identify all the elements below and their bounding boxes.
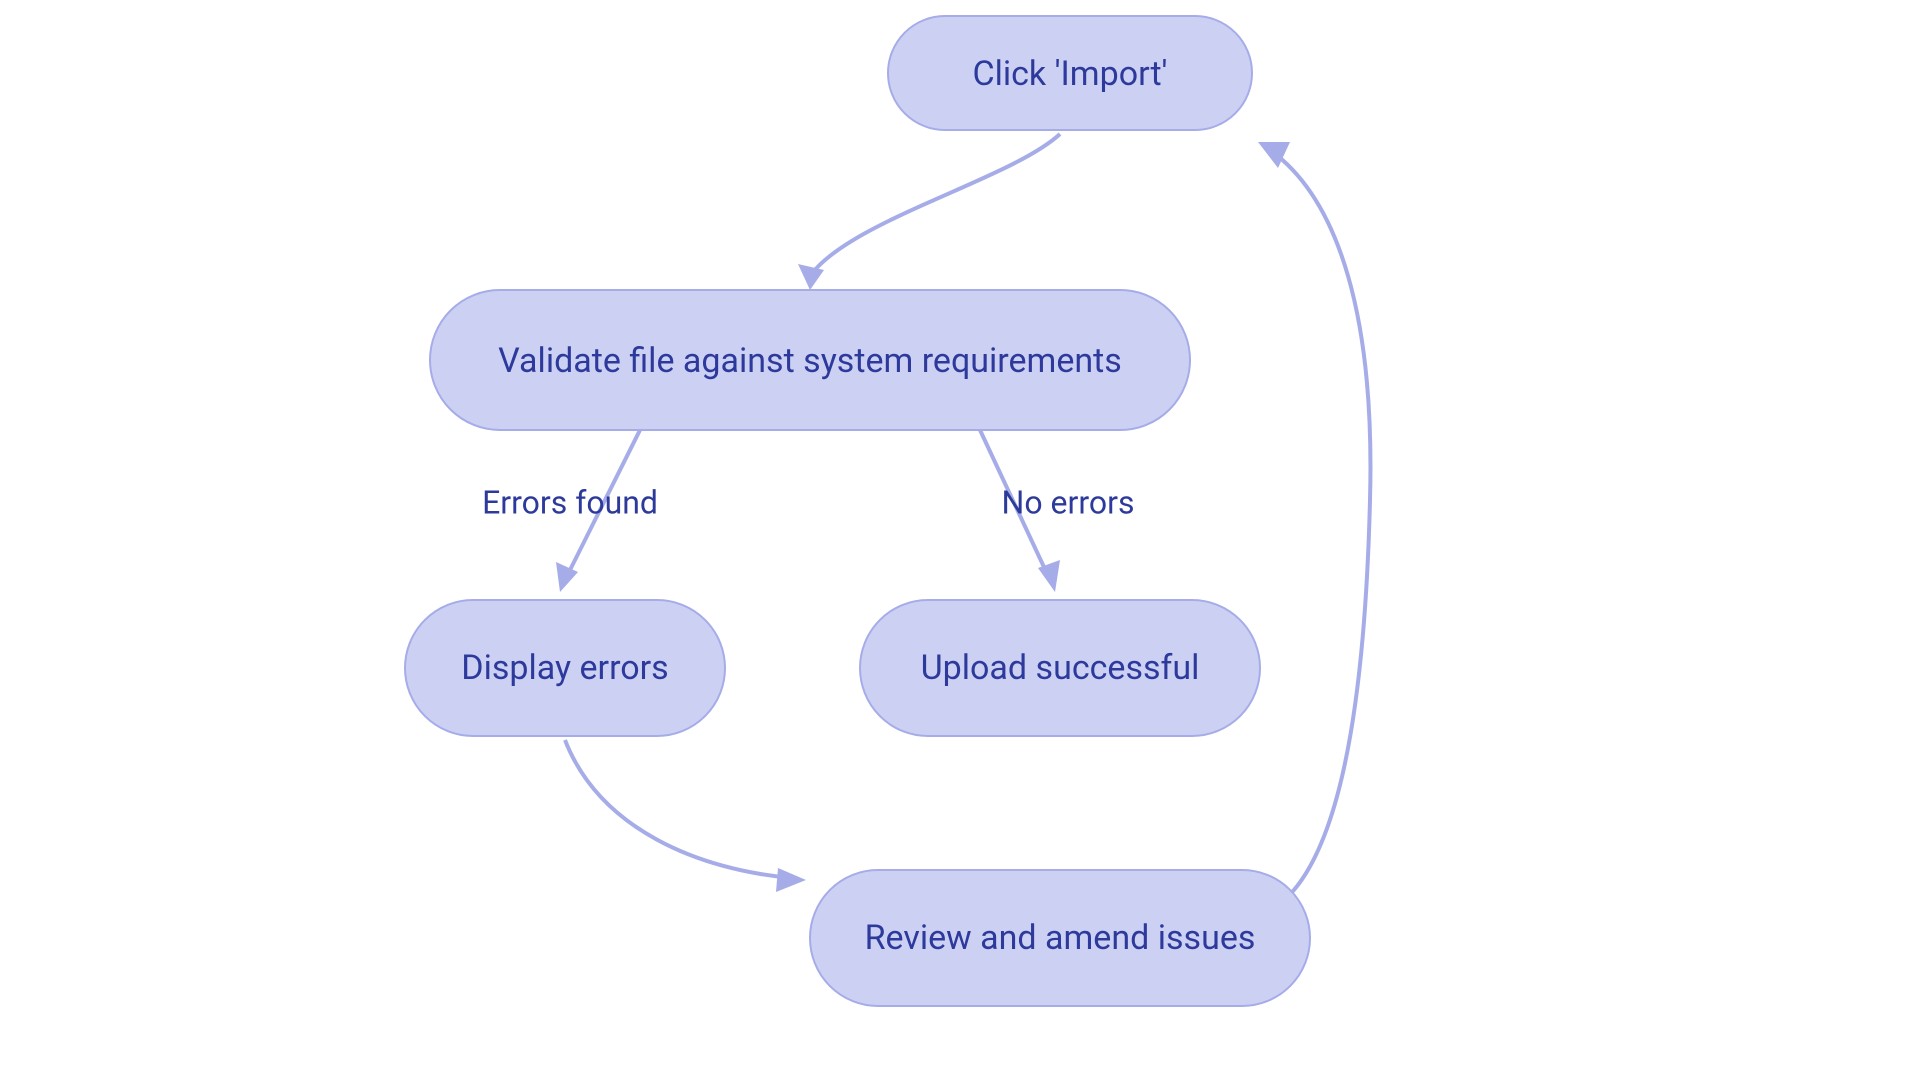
edge-label-no-errors: No errors — [1002, 483, 1135, 521]
node-label-upload-successful: Upload successful — [921, 648, 1200, 688]
edge-validate-to-upload: No errors — [980, 430, 1134, 592]
flowchart-canvas: Errors found No errors Click 'Import' Va… — [0, 0, 1920, 1080]
node-label-validate-file: Validate file against system requirement… — [498, 341, 1122, 381]
node-display-errors: Display errors — [405, 600, 725, 736]
node-review-amend: Review and amend issues — [810, 870, 1310, 1006]
node-label-review-amend: Review and amend issues — [865, 918, 1256, 958]
node-click-import: Click 'Import' — [888, 16, 1252, 130]
edge-validate-to-display: Errors found — [482, 430, 658, 592]
edge-review-to-import — [1250, 142, 1370, 918]
node-label-click-import: Click 'Import' — [972, 54, 1167, 94]
node-validate-file: Validate file against system requirement… — [430, 290, 1190, 430]
edge-label-errors-found: Errors found — [482, 483, 658, 521]
node-upload-successful: Upload successful — [860, 600, 1260, 736]
edge-import-to-validate — [798, 134, 1060, 290]
node-label-display-errors: Display errors — [461, 648, 668, 688]
edge-display-to-review — [565, 740, 806, 892]
